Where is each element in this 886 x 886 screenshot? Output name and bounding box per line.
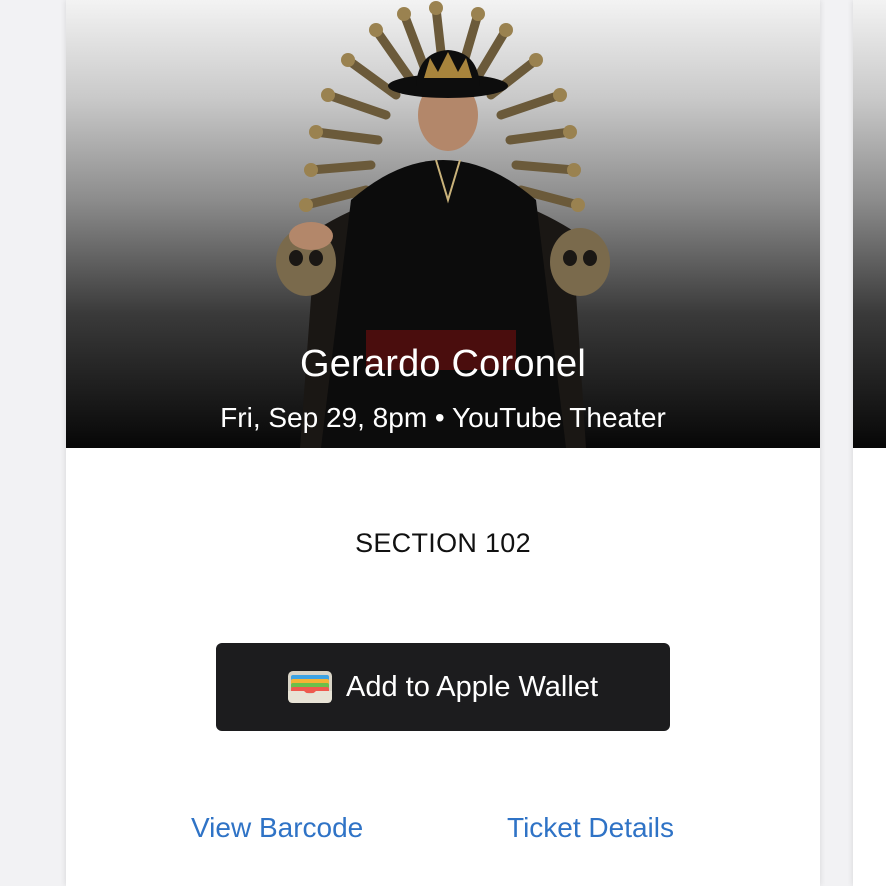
event-hero-image: Gerardo Coronel Fri, Sep 29, 8pm • YouTu… bbox=[66, 0, 820, 448]
event-date-venue: Fri, Sep 29, 8pm • YouTube Theater bbox=[220, 402, 666, 433]
next-ticket-hero bbox=[853, 0, 886, 448]
view-barcode-link[interactable]: View Barcode bbox=[191, 812, 363, 844]
wallet-button-label: Add to Apple Wallet bbox=[345, 670, 599, 703]
ticket-card: Gerardo Coronel Fri, Sep 29, 8pm • YouTu… bbox=[66, 0, 820, 886]
apple-wallet-icon bbox=[287, 671, 332, 703]
seat-section: SECTION 102 bbox=[355, 528, 531, 558]
add-to-apple-wallet-button[interactable]: Add to Apple Wallet bbox=[216, 643, 670, 731]
event-title: Gerardo Coronel bbox=[299, 343, 587, 385]
next-ticket-card-peek[interactable] bbox=[853, 0, 886, 886]
ticket-details-link[interactable]: Ticket Details bbox=[507, 812, 674, 844]
